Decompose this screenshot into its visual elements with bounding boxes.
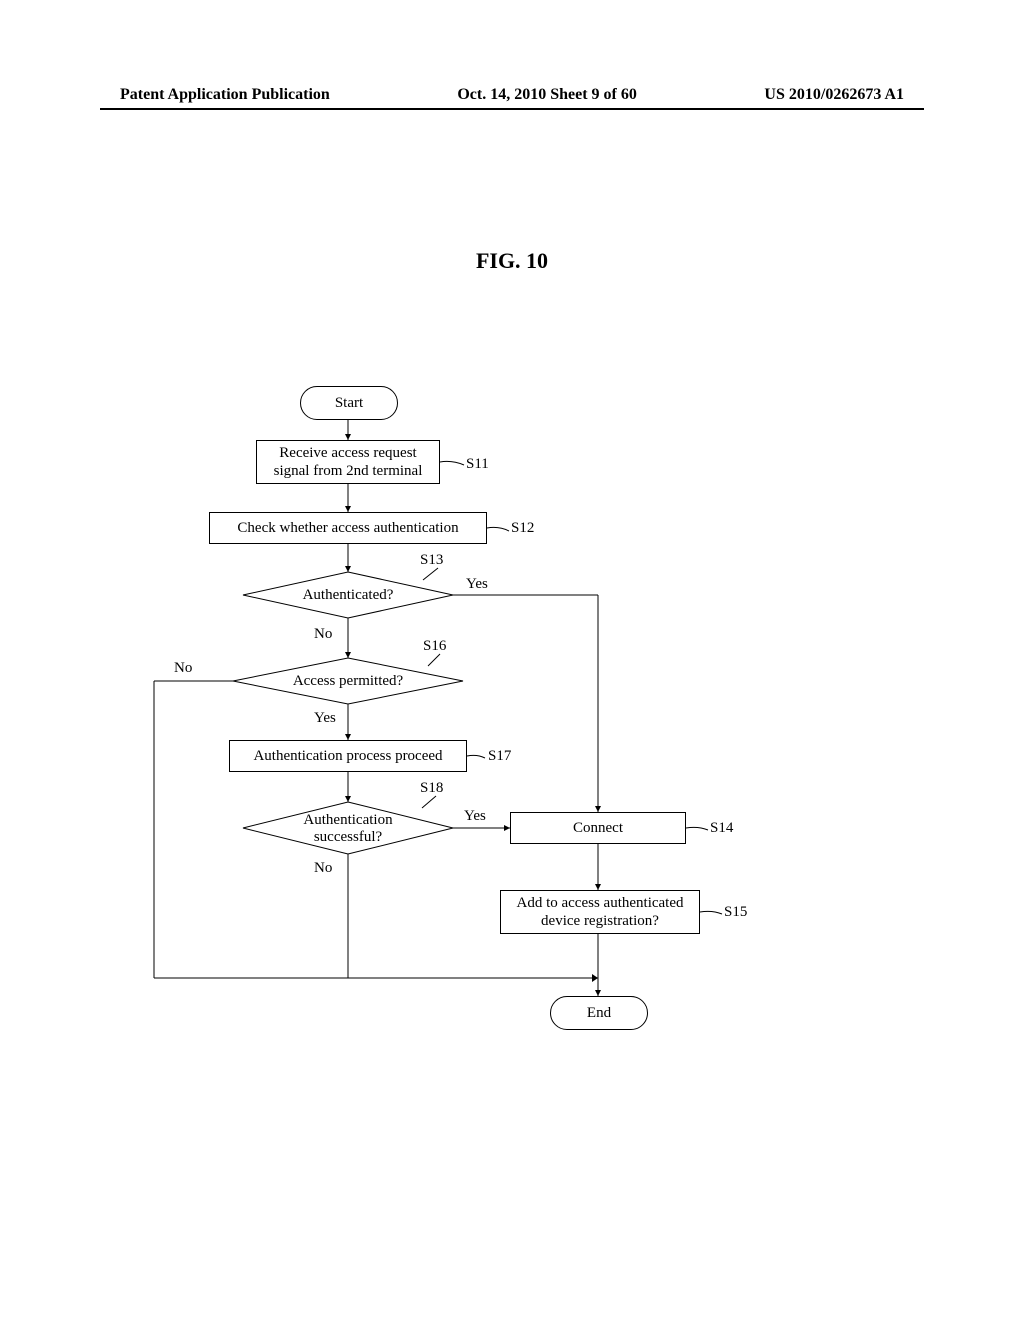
header-center: Oct. 14, 2010 Sheet 9 of 60 — [457, 86, 637, 104]
branch-label-s16-yes: Yes — [314, 710, 336, 727]
process-s14: Connect — [510, 812, 686, 844]
step-label-s15: S15 — [724, 904, 747, 921]
terminal-start: Start — [300, 386, 398, 420]
process-s15: Add to access authenticated device regis… — [500, 890, 700, 934]
branch-label-s18-no: No — [314, 860, 332, 877]
process-s14-text: Connect — [573, 819, 623, 837]
process-s15-text: Add to access authenticated device regis… — [516, 894, 683, 930]
step-label-s13: S13 — [420, 552, 443, 569]
step-label-s18: S18 — [420, 780, 443, 797]
header-right: US 2010/0262673 A1 — [764, 86, 904, 104]
terminal-end: End — [550, 996, 648, 1030]
flowchart: Start Receive access request signal from… — [118, 360, 906, 1060]
process-s12-text: Check whether access authentication — [237, 519, 458, 537]
branch-label-s13-no: No — [314, 626, 332, 643]
figure-title: FIG. 10 — [0, 248, 1024, 274]
process-s11: Receive access request signal from 2nd t… — [256, 440, 440, 484]
process-s12: Check whether access authentication — [209, 512, 487, 544]
page-header: Patent Application Publication Oct. 14, … — [0, 86, 1024, 104]
process-s17: Authentication process proceed — [229, 740, 467, 772]
branch-label-s13-yes: Yes — [466, 576, 488, 593]
process-s17-text: Authentication process proceed — [253, 747, 442, 765]
step-label-s17: S17 — [488, 748, 511, 765]
terminal-start-label: Start — [335, 395, 363, 412]
flowchart-svg — [118, 360, 906, 1060]
branch-label-s18-yes: Yes — [464, 808, 486, 825]
header-rule — [100, 108, 924, 110]
step-label-s11: S11 — [466, 456, 489, 473]
process-s11-text: Receive access request signal from 2nd t… — [274, 444, 423, 480]
step-label-s16: S16 — [423, 638, 446, 655]
branch-label-s16-no: No — [174, 660, 192, 677]
step-label-s14: S14 — [710, 820, 733, 837]
terminal-end-label: End — [587, 1005, 611, 1022]
header-left: Patent Application Publication — [120, 86, 330, 104]
step-label-s12: S12 — [511, 520, 534, 537]
